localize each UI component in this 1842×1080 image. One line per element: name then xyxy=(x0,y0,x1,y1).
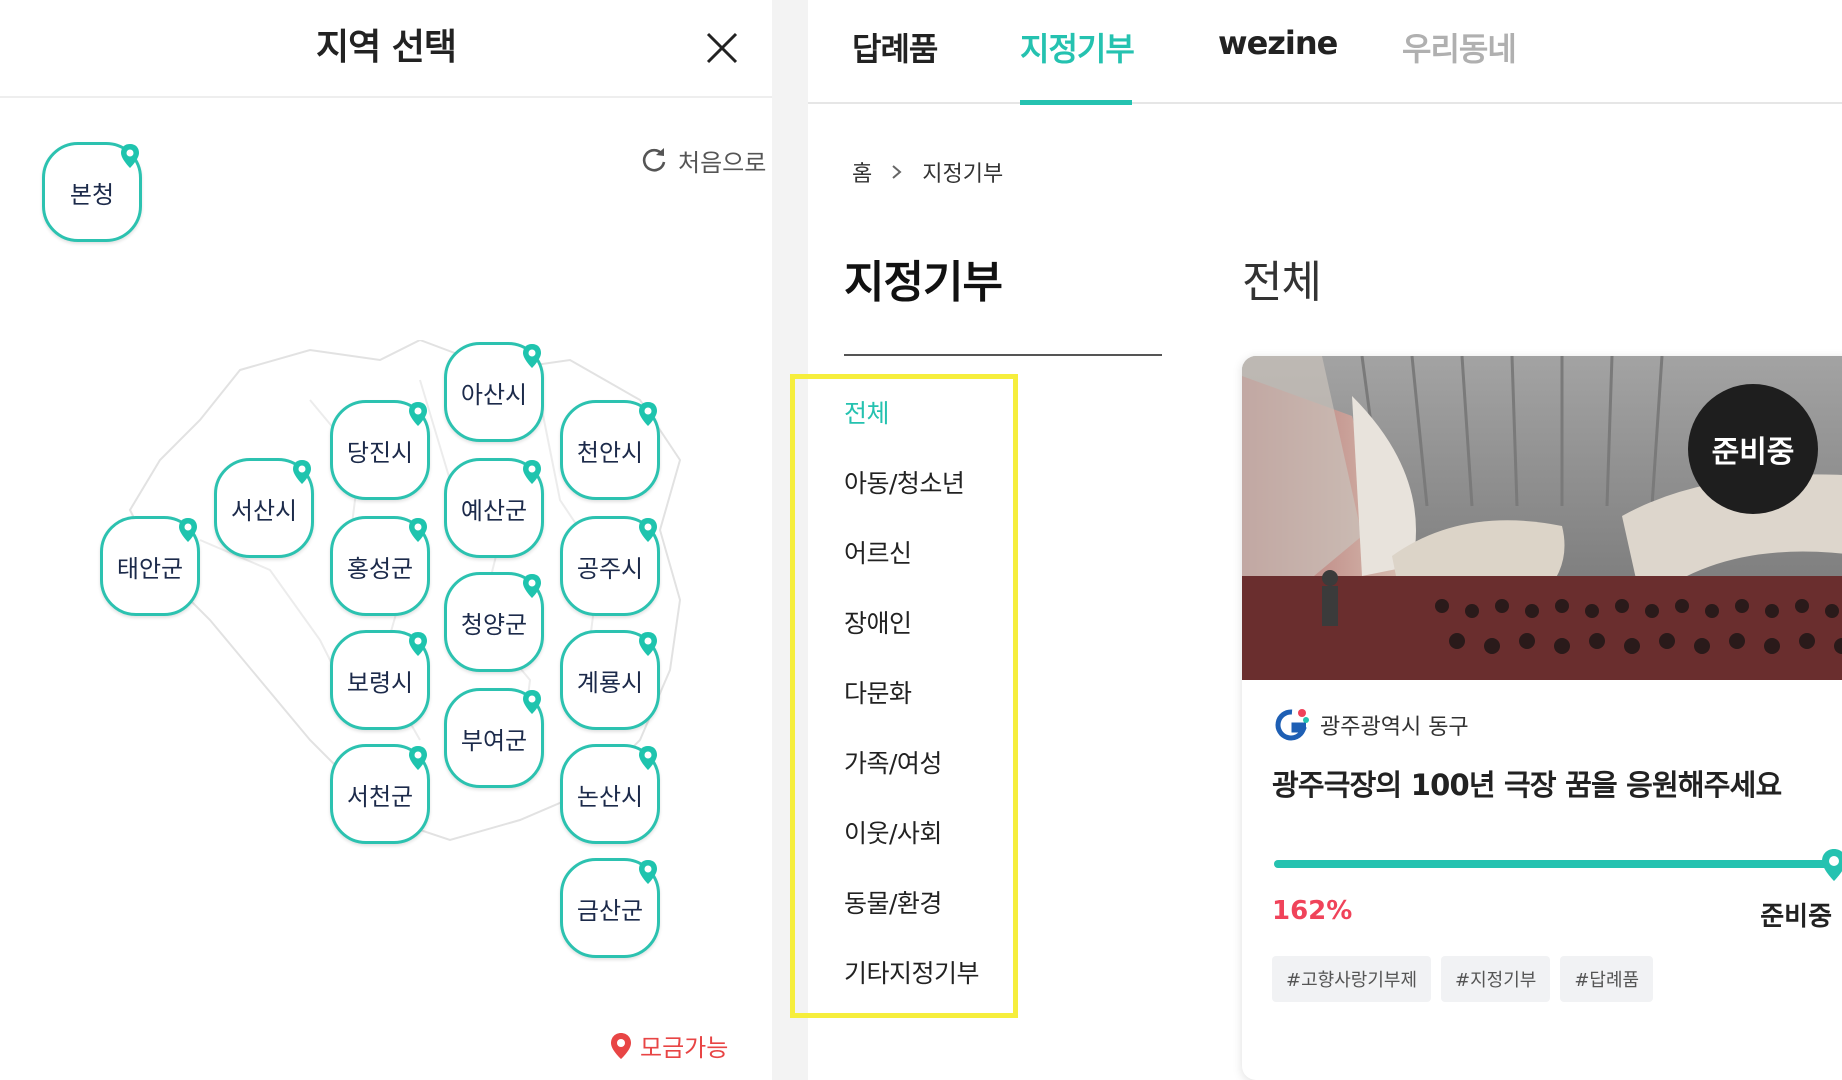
region-button[interactable]: 논산시 xyxy=(560,744,660,844)
region-label: 청양군 xyxy=(460,610,528,639)
region-button[interactable]: 서천군 xyxy=(330,744,430,844)
region-button[interactable]: 태안군 xyxy=(100,516,200,616)
region-button[interactable]: 서산시 xyxy=(214,458,314,558)
region-select-panel: 지역 선택 처음으로 본청 아산시당진시 천안시서산시 예산군태안군 홍성군 공주시청양… xyxy=(0,0,772,1080)
tab-our-neighborhood[interactable]: 우리동네 xyxy=(1402,24,1517,70)
content-title: 전체 xyxy=(1242,257,1322,308)
map-pin-icon xyxy=(293,460,311,484)
status-badge: 준비중 xyxy=(1688,384,1818,514)
map-pin-icon xyxy=(409,402,427,426)
region-label: 금산군 xyxy=(576,896,644,925)
reset-label: 처음으로 xyxy=(678,148,767,177)
category-seniors[interactable]: 어르신 xyxy=(844,534,912,570)
map-pin-icon xyxy=(523,460,541,484)
region-label: 공주시 xyxy=(576,554,644,583)
tag[interactable]: #답례품 xyxy=(1560,956,1654,1002)
category-neighbors-society[interactable]: 이웃/사회 xyxy=(844,814,942,850)
project-card[interactable]: 준비중 광주광역시 동구 광주극장의 100년 극장 꿈을 응원해주세요 162… xyxy=(1242,356,1842,1080)
region-button[interactable]: 아산시 xyxy=(444,342,544,442)
progress-percent: 162% xyxy=(1272,896,1353,926)
region-button[interactable]: 계룡시 xyxy=(560,630,660,730)
map-pin-icon xyxy=(611,1032,631,1059)
map-pin-icon xyxy=(409,632,427,656)
progress-fill xyxy=(1274,860,1834,868)
breadcrumb-home[interactable]: 홈 xyxy=(852,156,872,188)
org-name: 광주광역시 동구 xyxy=(1320,715,1469,740)
region-label: 본청 xyxy=(69,180,115,209)
map-pin-icon xyxy=(639,402,657,426)
breadcrumb: 홈 지정기부 xyxy=(852,156,1003,188)
region-label: 서천군 xyxy=(346,782,414,811)
region-button[interactable]: 보령시 xyxy=(330,630,430,730)
map-pin-icon xyxy=(409,746,427,770)
legend-label: 모금가능 xyxy=(640,1034,729,1062)
map-pin-icon xyxy=(639,860,657,884)
org-logo-icon xyxy=(1275,709,1309,741)
progress-status: 준비중 xyxy=(1760,902,1832,932)
region-button[interactable]: 청양군 xyxy=(444,572,544,672)
region-button[interactable]: 금산군 xyxy=(560,858,660,958)
tag[interactable]: #지정기부 xyxy=(1441,956,1551,1002)
map-pin-icon xyxy=(639,746,657,770)
sidebar-divider xyxy=(844,354,1162,356)
region-label: 예산군 xyxy=(460,496,528,525)
map-pin-icon xyxy=(639,518,657,542)
breadcrumb-current: 지정기부 xyxy=(922,162,1004,187)
designated-donation-page: 답례품 지정기부 wezine 우리동네 홈 지정기부 지정기부 전체 아동/청… xyxy=(790,0,1842,1080)
region-button[interactable]: 예산군 xyxy=(444,458,544,558)
map-pin-icon xyxy=(523,690,541,714)
region-label: 보령시 xyxy=(346,668,414,697)
active-tab-indicator xyxy=(1020,100,1132,105)
category-animals-environment[interactable]: 동물/환경 xyxy=(844,884,942,920)
region-label: 태안군 xyxy=(116,554,184,583)
region-button-hq[interactable]: 본청 xyxy=(42,142,142,242)
progress-pin-icon xyxy=(1822,849,1842,881)
region-button[interactable]: 부여군 xyxy=(444,688,544,788)
tab-designated-donation[interactable]: 지정기부 xyxy=(1020,24,1135,70)
region-select-title: 지역 선택 xyxy=(315,27,457,68)
map-pin-icon xyxy=(523,574,541,598)
region-label: 계룡시 xyxy=(576,668,644,697)
tag-list: #고향사랑기부제 #지정기부 #답례품 xyxy=(1272,956,1654,1002)
map-pin-icon xyxy=(523,344,541,368)
map-pin-icon xyxy=(409,518,427,542)
region-label: 당진시 xyxy=(346,438,414,467)
org-row: 광주광역시 동구 xyxy=(1272,706,1469,744)
legend: 모금가능 xyxy=(610,1028,728,1063)
project-title[interactable]: 광주극장의 100년 극장 꿈을 응원해주세요 xyxy=(1272,762,1782,804)
category-disabled[interactable]: 장애인 xyxy=(844,604,912,640)
category-other[interactable]: 기타지정기부 xyxy=(844,954,980,990)
close-icon[interactable] xyxy=(696,22,748,74)
region-button[interactable]: 홍성군 xyxy=(330,516,430,616)
region-select-header: 지역 선택 xyxy=(0,0,772,98)
category-all[interactable]: 전체 xyxy=(844,394,890,430)
region-button[interactable]: 당진시 xyxy=(330,400,430,500)
region-label: 논산시 xyxy=(576,782,644,811)
tab-wezine[interactable]: wezine xyxy=(1218,24,1338,62)
tab-gifts[interactable]: 답례품 xyxy=(852,24,938,70)
category-children-youth[interactable]: 아동/청소년 xyxy=(844,464,965,500)
top-nav: 답례품 지정기부 wezine 우리동네 xyxy=(808,0,1842,105)
reset-button[interactable]: 처음으로 xyxy=(640,140,766,180)
map-pin-icon xyxy=(179,518,197,542)
tag[interactable]: #고향사랑기부제 xyxy=(1272,956,1432,1002)
progress-bar xyxy=(1274,849,1842,881)
region-label: 홍성군 xyxy=(346,554,414,583)
region-label: 천안시 xyxy=(576,438,644,467)
region-label: 부여군 xyxy=(460,726,528,755)
region-label: 아산시 xyxy=(460,380,528,409)
region-button[interactable]: 공주시 xyxy=(560,516,660,616)
category-multicultural[interactable]: 다문화 xyxy=(844,674,912,710)
sidebar-title: 지정기부 xyxy=(844,257,1003,308)
map-pin-icon xyxy=(639,632,657,656)
map-pin-icon xyxy=(121,144,139,168)
region-label: 서산시 xyxy=(230,496,298,525)
category-family-women[interactable]: 가족/여성 xyxy=(844,744,942,780)
region-button[interactable]: 천안시 xyxy=(560,400,660,500)
refresh-icon xyxy=(642,148,666,172)
chevron-right-icon xyxy=(892,165,902,179)
